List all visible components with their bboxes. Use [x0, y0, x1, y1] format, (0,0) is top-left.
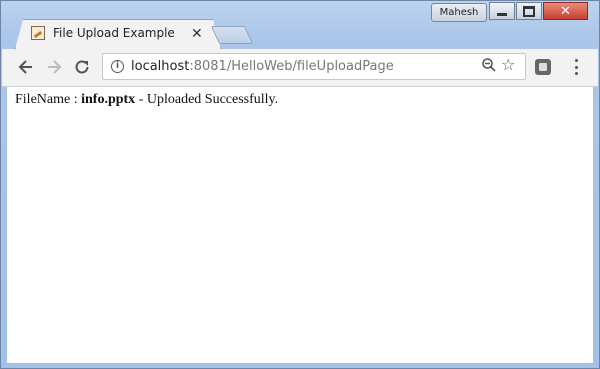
new-tab-button[interactable]	[210, 26, 254, 44]
url-path: :8081/HelloWeb/fileUploadPage	[189, 59, 394, 74]
upload-status-message: FileName : info.pptx - Uploaded Successf…	[15, 92, 278, 108]
close-icon: ✕	[560, 3, 571, 19]
upload-status-text: - Uploaded Successfully.	[135, 92, 279, 107]
filename-label: FileName :	[15, 92, 82, 107]
kebab-menu-icon[interactable]	[569, 58, 583, 76]
page-content: FileName : info.pptx - Uploaded Successf…	[7, 87, 593, 363]
extension-icon[interactable]	[535, 59, 551, 75]
url-host: localhost	[131, 59, 190, 74]
maximize-icon	[523, 5, 535, 17]
back-button[interactable]	[14, 55, 38, 79]
favicon-icon	[31, 26, 45, 40]
minimize-icon	[497, 12, 507, 16]
window-controls: ✕	[489, 2, 589, 20]
address-bar[interactable]: i localhost:8081/HelloWeb/fileUploadPage	[102, 53, 526, 80]
profile-badge[interactable]: Mahesh	[431, 3, 487, 22]
star-icon[interactable]: ☆	[501, 55, 515, 74]
reload-button[interactable]	[70, 55, 94, 79]
url-text: localhost:8081/HelloWeb/fileUploadPage	[131, 59, 394, 74]
info-icon[interactable]: i	[111, 60, 124, 73]
maximize-button[interactable]	[516, 2, 542, 20]
uploaded-file-name: info.pptx	[81, 92, 136, 107]
zoom-out-icon[interactable]	[481, 57, 497, 73]
minimize-button[interactable]	[489, 2, 515, 20]
tab-content: File Upload Example	[31, 26, 175, 40]
tab-title: File Upload Example	[53, 26, 175, 40]
forward-arrow-icon	[48, 60, 62, 74]
reload-icon	[75, 60, 89, 74]
forward-button[interactable]	[42, 55, 66, 79]
tab-close-button[interactable]: ✕	[191, 26, 203, 42]
back-arrow-icon	[18, 60, 32, 74]
browser-window: Mahesh ✕ File Upload Example ✕ i localho…	[0, 0, 600, 369]
close-window-button[interactable]: ✕	[543, 2, 588, 20]
